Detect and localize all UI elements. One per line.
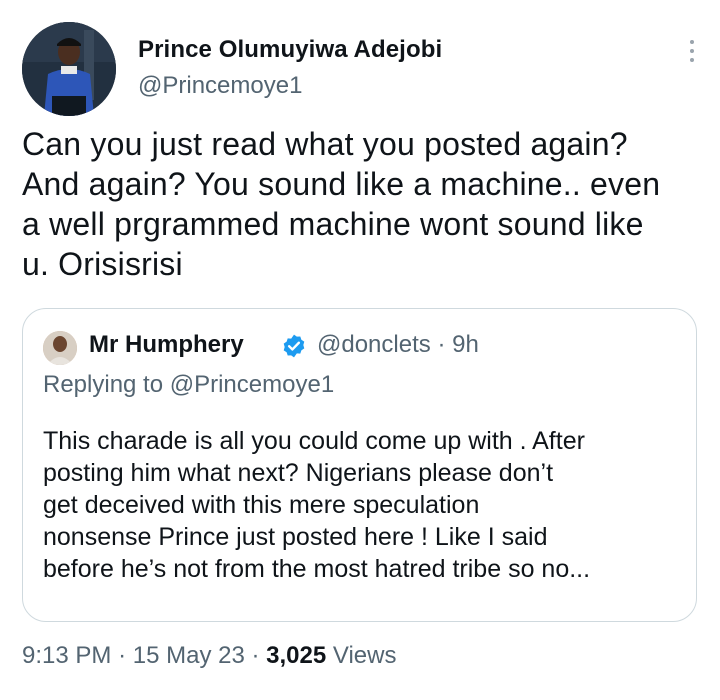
tweet-header: Prince Olumuyiwa Adejobi @Princemoye1 — [22, 22, 702, 122]
quoted-line: get deceived with this mere speculation — [43, 491, 480, 519]
separator-dot: · — [437, 331, 453, 358]
quoted-author-name[interactable]: Mr Humphery — [89, 331, 244, 359]
separator-dot: · — [251, 642, 267, 669]
views-label: Views — [332, 642, 397, 669]
quoted-tweet[interactable]: Mr Humphery @donclets · 9h Replying to @… — [22, 308, 697, 622]
quoted-time[interactable]: 9h — [452, 331, 479, 358]
tweet-date[interactable]: 15 May 23 — [133, 642, 245, 669]
quoted-line: This charade is all you could come up wi… — [43, 427, 585, 455]
tweet-time[interactable]: 9:13 PM — [22, 642, 111, 669]
replying-to: Replying to @Princemoye1 — [43, 371, 335, 398]
quoted-line: posting him what next? Nigerians please … — [43, 459, 554, 487]
tweet-line: Can you just read what you posted again? — [22, 126, 628, 162]
author-handle[interactable]: @Princemoye1 — [138, 72, 302, 100]
author-avatar[interactable] — [22, 22, 116, 116]
author-name[interactable]: Prince Olumuyiwa Adejobi — [138, 36, 442, 64]
separator-dot: · — [118, 642, 133, 669]
tweet-line: u. Orisisrisi — [22, 246, 183, 282]
tweet-line: And again? You sound like a machine.. ev… — [22, 166, 661, 202]
tweet-footer: 9:13 PM · 15 May 23 · 3,025 Views — [22, 642, 396, 670]
quoted-line: before he’s not from the most hatred tri… — [43, 555, 591, 583]
quoted-text: This charade is all you could come up wi… — [43, 425, 683, 585]
quoted-line: nonsense Prince just posted here ! Like … — [43, 523, 548, 551]
views-count[interactable]: 3,025 — [266, 642, 326, 669]
tweet-line: a well prgrammed machine wont sound like — [22, 206, 644, 242]
quoted-author-handle[interactable]: @donclets — [317, 331, 431, 358]
quoted-meta: @donclets · 9h — [317, 331, 479, 359]
tweet-text: Can you just read what you posted again?… — [22, 124, 702, 284]
more-options-icon[interactable] — [682, 40, 702, 80]
verified-badge-icon — [281, 333, 307, 359]
quoted-author-avatar[interactable] — [43, 331, 77, 365]
